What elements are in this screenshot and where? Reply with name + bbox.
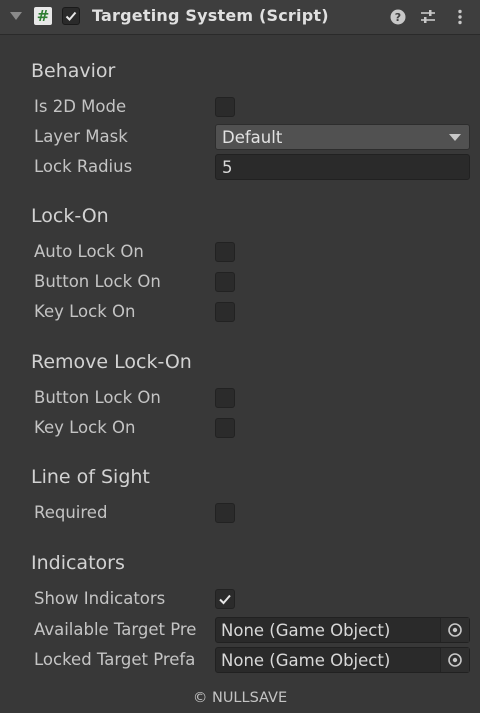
object-picker-icon — [448, 623, 462, 637]
component-enabled-checkbox[interactable] — [62, 7, 80, 25]
section-lock-on: Lock-On — [31, 205, 109, 227]
remove-button-lock-on-checkbox[interactable] — [215, 388, 235, 408]
button-lock-on-label: Button Lock On — [34, 272, 161, 291]
object-picker-button[interactable] — [440, 618, 469, 642]
available-target-prefab-label: Available Target Pre — [34, 620, 197, 639]
key-lock-on-checkbox[interactable] — [215, 302, 235, 322]
object-picker-button[interactable] — [440, 648, 469, 672]
lock-radius-input[interactable]: 5 — [215, 154, 470, 180]
layer-mask-value: Default — [222, 128, 283, 147]
available-target-prefab-field[interactable]: None (Game Object) — [215, 617, 470, 643]
section-line-of-sight: Line of Sight — [31, 466, 150, 488]
footer-credit: © NULLSAVE — [192, 690, 288, 706]
object-picker-icon — [448, 653, 462, 667]
layer-mask-label: Layer Mask — [34, 127, 128, 146]
section-remove-lock-on: Remove Lock-On — [31, 351, 192, 373]
auto-lock-on-label: Auto Lock On — [34, 242, 144, 261]
button-lock-on-checkbox[interactable] — [215, 272, 235, 292]
svg-text:?: ? — [395, 11, 401, 24]
kebab-menu-icon[interactable] — [451, 8, 469, 26]
show-indicators-label: Show Indicators — [34, 589, 166, 608]
key-lock-on-label: Key Lock On — [34, 302, 136, 321]
layer-mask-dropdown[interactable]: Default — [215, 124, 470, 150]
remove-button-lock-on-label: Button Lock On — [34, 388, 161, 407]
available-target-prefab-value: None (Game Object) — [221, 621, 391, 640]
is-2d-mode-checkbox[interactable] — [215, 97, 235, 117]
auto-lock-on-checkbox[interactable] — [215, 242, 235, 262]
required-label: Required — [34, 503, 108, 522]
preset-icon[interactable] — [419, 8, 437, 26]
component-title: Targeting System (Script) — [92, 6, 329, 25]
required-checkbox[interactable] — [215, 503, 235, 523]
remove-key-lock-on-label: Key Lock On — [34, 418, 136, 437]
checkmark-icon — [65, 11, 77, 21]
dropdown-arrow-icon — [449, 134, 461, 141]
lock-radius-value: 5 — [222, 158, 233, 177]
show-indicators-checkbox[interactable] — [215, 589, 235, 609]
script-icon: # — [34, 7, 52, 25]
section-indicators: Indicators — [31, 552, 125, 574]
section-behavior: Behavior — [31, 60, 116, 82]
foldout-arrow-icon[interactable] — [10, 12, 22, 20]
locked-target-prefab-field[interactable]: None (Game Object) — [215, 647, 470, 673]
remove-key-lock-on-checkbox[interactable] — [215, 418, 235, 438]
is-2d-mode-label: Is 2D Mode — [34, 97, 127, 116]
help-icon[interactable]: ? — [389, 8, 407, 26]
lock-radius-label: Lock Radius — [34, 157, 133, 176]
locked-target-prefab-label: Locked Target Prefa — [34, 650, 196, 669]
locked-target-prefab-value: None (Game Object) — [221, 651, 391, 670]
component-header: # Targeting System (Script) ? — [0, 0, 480, 35]
checkmark-icon — [219, 594, 231, 605]
